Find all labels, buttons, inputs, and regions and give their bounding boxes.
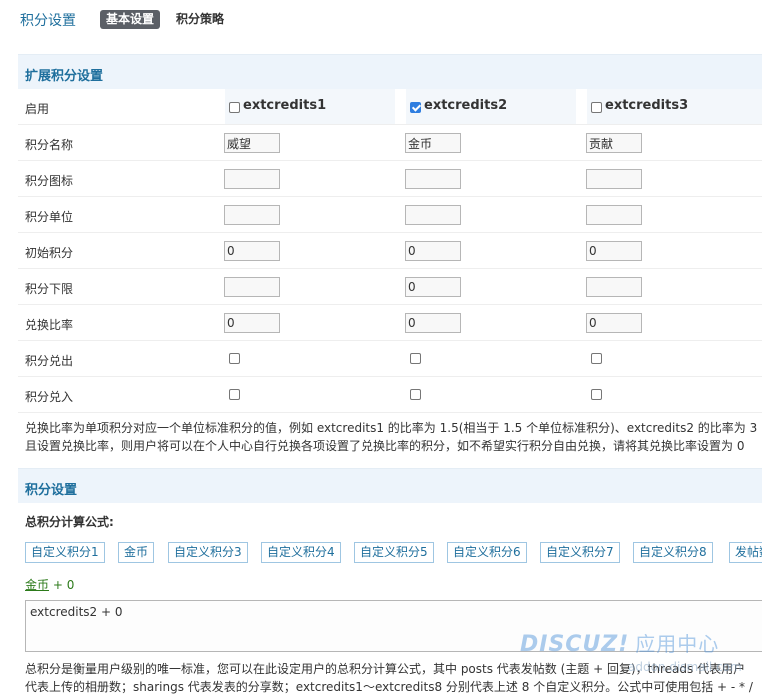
exchange-ratio-input-3[interactable] xyxy=(586,313,642,333)
lower-limit-input-2[interactable] xyxy=(405,277,461,297)
initial-credit-input-3[interactable] xyxy=(586,241,642,261)
row-label-credit-in: 积分兑入 xyxy=(25,390,74,404)
watermark-cn: 应用中心 xyxy=(635,632,720,656)
row-credit-out: 积分兑出 xyxy=(18,341,762,377)
row-label-initial-credit: 初始积分 xyxy=(25,246,74,260)
formula-button-posts[interactable]: 发帖数 xyxy=(729,542,762,563)
section-header-extended: 扩展积分设置 xyxy=(18,54,762,89)
section-title-credit: 积分设置 xyxy=(25,483,78,498)
formula-button-extcredits1[interactable]: 自定义积分1 xyxy=(25,542,105,563)
enable-checkbox-2[interactable] xyxy=(410,102,421,113)
credit-name-input-3[interactable] xyxy=(586,133,642,153)
column-name-1: extcredits1 xyxy=(243,98,327,113)
formula-button-extcredits3[interactable]: 自定义积分3 xyxy=(168,542,248,563)
initial-credit-input-1[interactable] xyxy=(224,241,280,261)
row-enable: 启用 extcredits1 extcredits2 extcredits3 xyxy=(18,89,762,125)
row-credit-name: 积分名称 xyxy=(18,125,762,161)
formula-button-extcredits6[interactable]: 自定义积分6 xyxy=(447,542,527,563)
credit-out-checkbox-3[interactable] xyxy=(591,353,602,364)
formula-button-extcredits5[interactable]: 自定义积分5 xyxy=(354,542,434,563)
formula-var-link[interactable]: 金币 xyxy=(25,578,49,592)
tab-credit-strategy[interactable]: 积分策略 xyxy=(176,10,224,29)
credit-icon-input-2[interactable] xyxy=(405,169,461,189)
top-bar: 积分设置 基本设置 积分策略 xyxy=(0,0,762,40)
credit-name-input-2[interactable] xyxy=(405,133,461,153)
column-name-3: extcredits3 xyxy=(605,98,689,113)
row-credit-in: 积分兑入 xyxy=(18,377,762,413)
initial-credit-input-2[interactable] xyxy=(405,241,461,261)
row-exchange-ratio: 兑换比率 xyxy=(18,305,762,341)
credit-unit-input-1[interactable] xyxy=(224,205,280,225)
row-credit-unit: 积分单位 xyxy=(18,197,762,233)
exchange-ratio-input-2[interactable] xyxy=(405,313,461,333)
credit-unit-input-3[interactable] xyxy=(586,205,642,225)
row-label-credit-name: 积分名称 xyxy=(25,138,74,152)
credit-icon-input-3[interactable] xyxy=(586,169,642,189)
row-label-credit-unit: 积分单位 xyxy=(25,210,74,224)
credit-in-checkbox-2[interactable] xyxy=(410,389,421,400)
formula-button-extcredits2[interactable]: 金币 xyxy=(118,542,155,563)
enable-checkbox-1[interactable] xyxy=(229,102,240,113)
lower-limit-input-1[interactable] xyxy=(224,277,280,297)
tab-basic-settings[interactable]: 基本设置 xyxy=(100,10,161,29)
row-label-lower-limit: 积分下限 xyxy=(25,282,74,296)
credit-note-line-2: 代表上传的相册数；sharings 代表发表的分享数；extcredits1～e… xyxy=(25,680,753,694)
column-name-2: extcredits2 xyxy=(424,98,508,113)
watermark-url: addon.dismall.com xyxy=(628,660,742,674)
credit-name-input-1[interactable] xyxy=(224,133,280,153)
row-label-enable: 启用 xyxy=(25,102,50,116)
formula-expression: 金币 + 0 xyxy=(25,576,74,593)
row-label-exchange-ratio: 兑换比率 xyxy=(25,318,74,332)
row-label-credit-icon: 积分图标 xyxy=(25,174,74,188)
formula-title: 总积分计算公式: xyxy=(25,515,114,529)
section-header-credit: 积分设置 xyxy=(18,468,762,503)
row-initial-credit: 初始积分 xyxy=(18,233,762,269)
formula-button-extcredits4[interactable]: 自定义积分4 xyxy=(261,542,341,563)
exchange-ratio-input-1[interactable] xyxy=(224,313,280,333)
formula-operator: + 0 xyxy=(52,578,75,592)
watermark-logo: DISCUZ! 应用中心 xyxy=(520,628,719,657)
page-title: 积分设置 xyxy=(20,13,76,29)
row-credit-icon: 积分图标 xyxy=(18,161,762,197)
formula-button-extcredits7[interactable]: 自定义积分7 xyxy=(540,542,620,563)
credit-unit-input-2[interactable] xyxy=(405,205,461,225)
formula-button-extcredits8[interactable]: 自定义积分8 xyxy=(633,542,713,563)
section-title-extended: 扩展积分设置 xyxy=(25,69,104,84)
row-label-credit-out: 积分兑出 xyxy=(25,354,74,368)
enable-checkbox-3[interactable] xyxy=(591,102,602,113)
credit-in-checkbox-1[interactable] xyxy=(229,389,240,400)
row-lower-limit: 积分下限 xyxy=(18,269,762,305)
credit-out-checkbox-1[interactable] xyxy=(229,353,240,364)
exchange-note-line-1: 兑换比率为单项积分对应一个单位标准积分的值，例如 extcredits1 的比率… xyxy=(25,421,758,435)
lower-limit-input-3[interactable] xyxy=(586,277,642,297)
watermark-brand: DISCUZ! xyxy=(520,632,630,657)
exchange-note-line-2: 且设置兑换比率，则用户将可以在个人中心自行兑换各项设置了兑换比率的积分，如不希望… xyxy=(25,439,745,453)
credit-in-checkbox-3[interactable] xyxy=(591,389,602,400)
credit-out-checkbox-2[interactable] xyxy=(410,353,421,364)
credit-icon-input-1[interactable] xyxy=(224,169,280,189)
